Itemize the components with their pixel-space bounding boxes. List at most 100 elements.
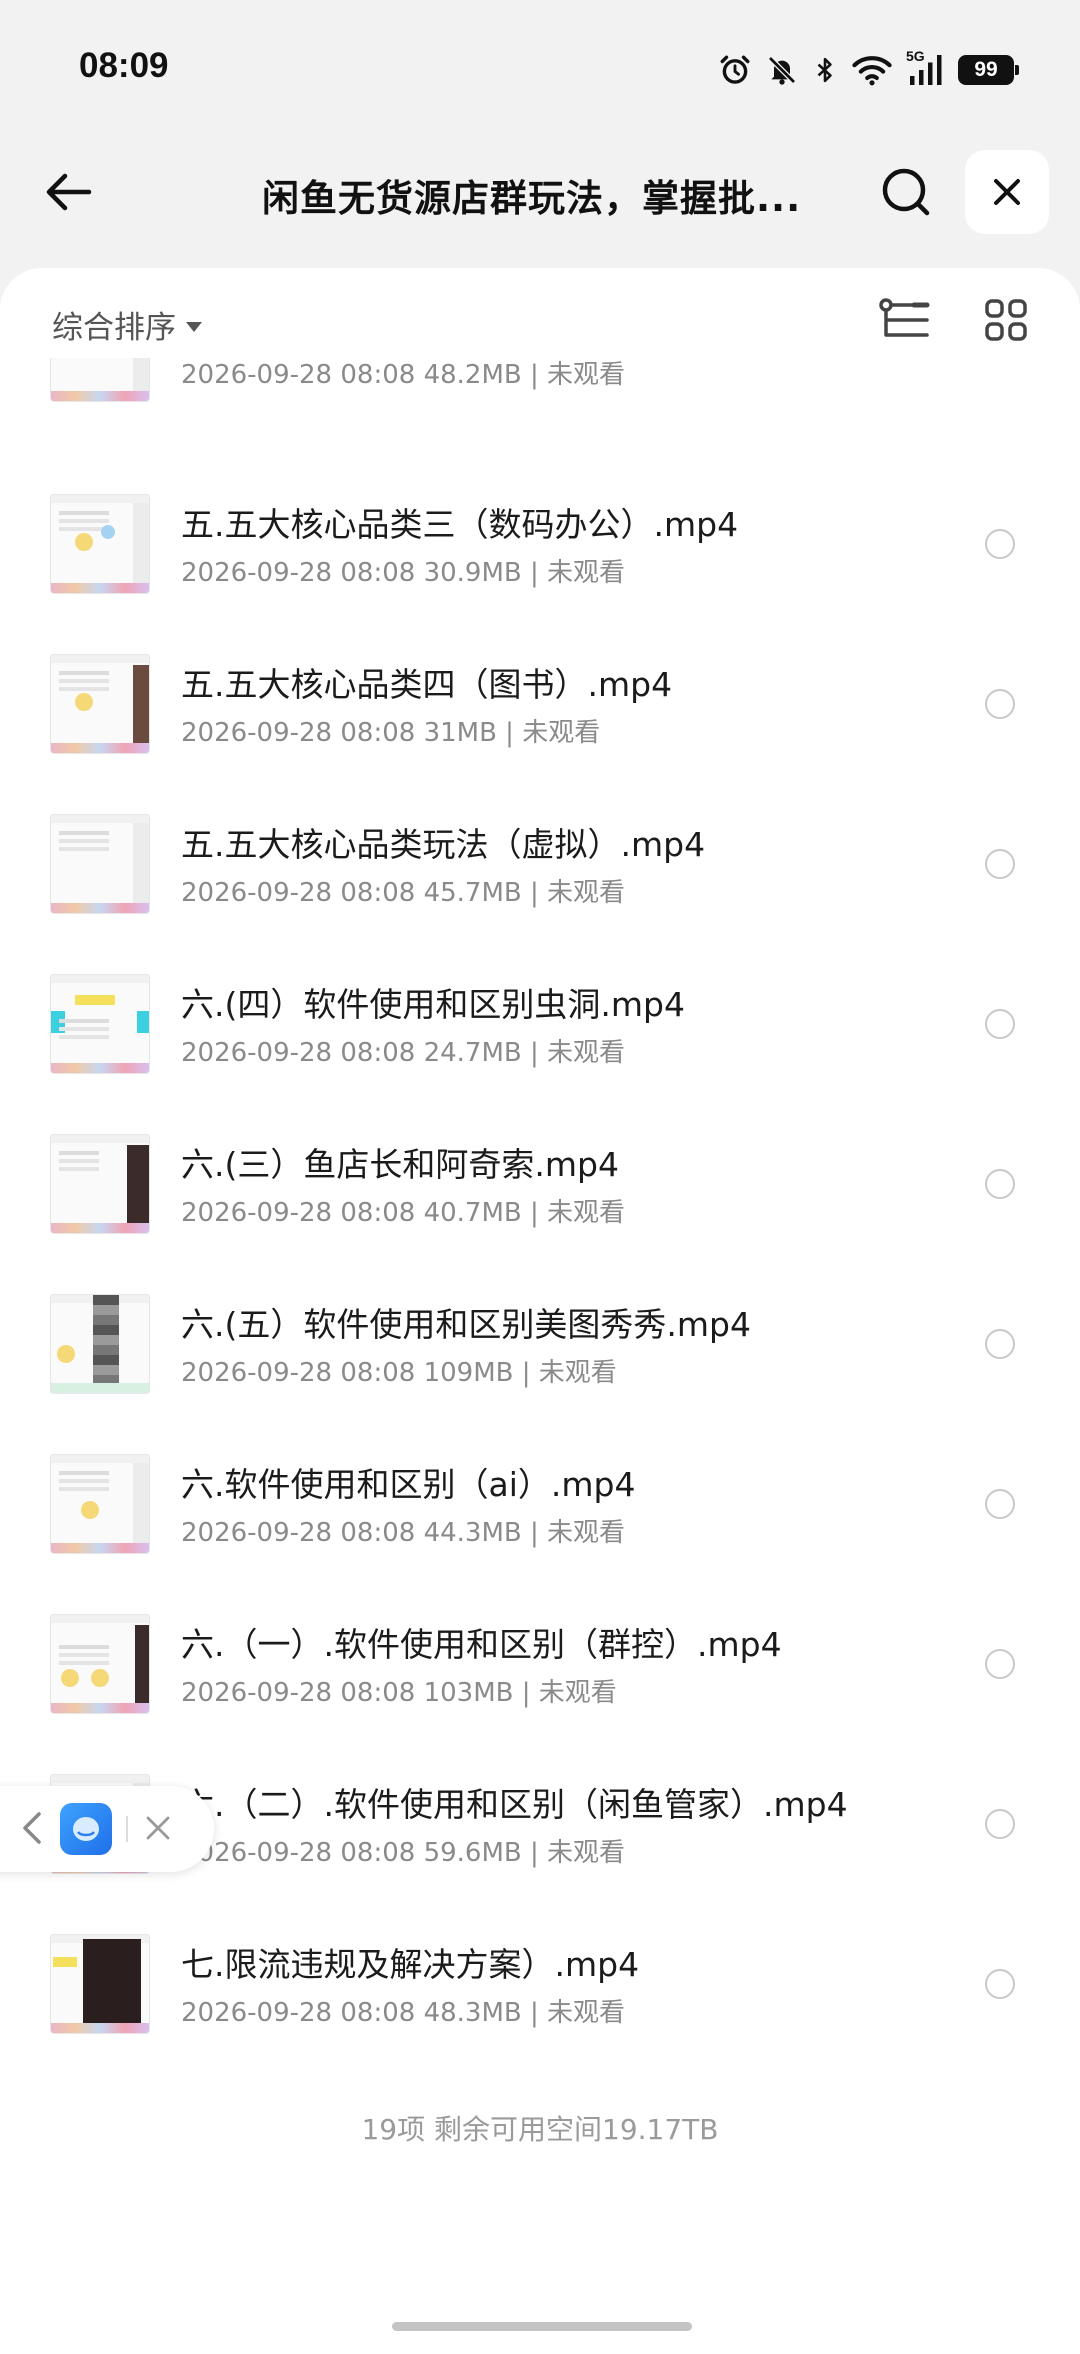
select-checkbox[interactable]	[985, 1649, 1015, 1679]
video-thumbnail	[50, 1454, 150, 1554]
file-meta: 2026-09-28 08:08 48.3MB | 未观看	[181, 1998, 626, 2028]
file-date: 2026-09-28 08:08	[181, 878, 416, 908]
file-date: 2026-09-28 08:08	[181, 1678, 416, 1708]
file-item[interactable]: 六.(五）软件使用和区别美图秀秀.mp4 2026-09-28 08:08 10…	[0, 1294, 1080, 1454]
app-icon[interactable]	[60, 1803, 112, 1855]
file-meta: 2026-09-28 08:08 48.2MB | 未观看	[181, 360, 626, 390]
file-item[interactable]: 五.五大核心品类玩法（虚拟）.mp4 2026-09-28 08:08 45.7…	[0, 814, 1080, 974]
status-icons: 5G 99	[718, 48, 1019, 90]
alarm-icon	[718, 53, 752, 87]
wifi-icon	[852, 54, 892, 86]
file-name: 六.（一）.软件使用和区别（群控）.mp4	[181, 1625, 782, 1664]
file-meta: 2026-09-28 08:08 59.6MB | 未观看	[181, 1838, 626, 1868]
file-meta: 2026-09-28 08:08 45.7MB | 未观看	[181, 878, 626, 908]
watch-status: 未观看	[538, 1678, 617, 1708]
file-item[interactable]: 七.限流违规及解决方案）.mp4 2026-09-28 08:08 48.3MB…	[0, 1934, 1080, 2094]
mute-icon	[766, 54, 798, 86]
file-date: 2026-09-28 08:08	[181, 1518, 416, 1548]
file-size: 109MB	[423, 1358, 514, 1388]
sort-dropdown[interactable]: 综合排序	[52, 302, 202, 347]
video-thumbnail	[50, 814, 150, 914]
file-item[interactable]: 六.(三）鱼店长和阿奇索.mp4 2026-09-28 08:08 40.7MB…	[0, 1134, 1080, 1294]
file-meta: 2026-09-28 08:08 103MB | 未观看	[181, 1678, 617, 1708]
file-size: 30.9MB	[423, 558, 522, 588]
back-button[interactable]	[36, 160, 100, 224]
file-meta: 2026-09-28 08:08 24.7MB | 未观看	[181, 1038, 626, 1068]
video-thumbnail	[50, 974, 150, 1074]
file-date: 2026-09-28 08:08	[181, 1198, 416, 1228]
watch-status: 未观看	[547, 1038, 626, 1068]
file-size: 31MB	[423, 718, 497, 748]
floating-pill[interactable]	[0, 1786, 214, 1872]
close-button[interactable]	[965, 150, 1049, 234]
tree-view-button[interactable]	[876, 294, 932, 346]
home-indicator[interactable]	[392, 2322, 692, 2331]
file-size: 24.7MB	[423, 1038, 522, 1068]
select-checkbox[interactable]	[985, 1169, 1015, 1199]
grid-view-icon	[985, 299, 1027, 341]
video-thumbnail	[50, 1614, 150, 1714]
file-date: 2026-09-28 08:08	[181, 718, 416, 748]
tree-view-icon	[879, 298, 930, 337]
close-icon	[146, 1816, 170, 1840]
file-size: 59.6MB	[423, 1838, 522, 1868]
file-size: 103MB	[423, 1678, 514, 1708]
file-item[interactable]: 五.五大核心品类四（图书）.mp4 2026-09-28 08:08 31MB …	[0, 654, 1080, 814]
select-checkbox[interactable]	[985, 1969, 1015, 1999]
file-date: 2026-09-28 08:08	[181, 360, 416, 390]
file-panel: 综合排序 2026-09-28 08:08 48.2MB | 未观看 五.五大核…	[0, 268, 1080, 2354]
search-button[interactable]	[872, 158, 940, 226]
storage-summary: 19项 剩余可用空间19.17TB	[361, 2113, 719, 2146]
back-arrow-icon	[46, 173, 92, 211]
watch-status: 未观看	[547, 1198, 626, 1228]
select-checkbox[interactable]	[985, 1809, 1015, 1839]
file-date: 2026-09-28 08:08	[181, 1998, 416, 2028]
file-item[interactable]: 六.软件使用和区别（ai）.mp4 2026-09-28 08:08 44.3M…	[0, 1454, 1080, 1614]
bluetooth-icon	[812, 54, 838, 86]
file-meta: 2026-09-28 08:08 30.9MB | 未观看	[181, 558, 626, 588]
status-bar: 08:09 5G 99	[0, 0, 1080, 140]
watch-status: 未观看	[547, 558, 626, 588]
sort-bar: 综合排序	[0, 268, 1080, 358]
file-item[interactable]: 六.(四）软件使用和区别虫洞.mp4 2026-09-28 08:08 24.7…	[0, 974, 1080, 1134]
close-icon	[994, 179, 1020, 205]
file-name: 六.(三）鱼店长和阿奇索.mp4	[181, 1145, 619, 1184]
select-checkbox[interactable]	[985, 1489, 1015, 1519]
file-meta: 2026-09-28 08:08 44.3MB | 未观看	[181, 1518, 626, 1548]
battery-icon: 99	[958, 55, 1019, 85]
file-size: 48.2MB	[423, 360, 522, 390]
title-bar: 闲鱼无货源店群玩法，掌握批...	[0, 140, 1080, 260]
select-checkbox[interactable]	[985, 529, 1015, 559]
page-title: 闲鱼无货源店群玩法，掌握批...	[262, 177, 802, 220]
file-date: 2026-09-28 08:08	[181, 558, 416, 588]
video-thumbnail	[50, 1134, 150, 1234]
select-checkbox[interactable]	[985, 1329, 1015, 1359]
watch-status: 未观看	[547, 1998, 626, 2028]
select-checkbox[interactable]	[985, 1009, 1015, 1039]
pill-divider	[126, 1816, 128, 1842]
chevron-left-icon	[23, 1812, 41, 1844]
pill-back-button[interactable]	[12, 1808, 52, 1848]
watch-status: 未观看	[547, 1518, 626, 1548]
file-item[interactable]: 五.五大核心品类三（数码办公）.mp4 2026-09-28 08:08 30.…	[0, 494, 1080, 654]
grid-view-button[interactable]	[980, 294, 1032, 346]
search-icon	[882, 168, 930, 216]
video-thumbnail	[50, 1934, 150, 2034]
select-checkbox[interactable]	[985, 689, 1015, 719]
sort-label: 综合排序	[52, 310, 176, 346]
file-name: 六.(四）软件使用和区别虫洞.mp4	[181, 985, 685, 1024]
video-thumbnail	[50, 654, 150, 754]
file-item[interactable]: 六.（一）.软件使用和区别（群控）.mp4 2026-09-28 08:08 1…	[0, 1614, 1080, 1774]
file-name: 六.（二）.软件使用和区别（闲鱼管家）.mp4	[181, 1785, 848, 1824]
watch-status: 未观看	[547, 878, 626, 908]
file-name: 五.五大核心品类玩法（虚拟）.mp4	[181, 825, 706, 864]
watch-status: 未观看	[522, 718, 601, 748]
pill-close-button[interactable]	[138, 1808, 178, 1848]
file-name: 六.软件使用和区别（ai）.mp4	[181, 1465, 636, 1504]
file-size: 45.7MB	[423, 878, 522, 908]
file-size: 48.3MB	[423, 1998, 522, 2028]
caret-down-icon	[186, 321, 202, 332]
file-meta: 2026-09-28 08:08 40.7MB | 未观看	[181, 1198, 626, 1228]
file-meta: 2026-09-28 08:08 109MB | 未观看	[181, 1358, 617, 1388]
select-checkbox[interactable]	[985, 849, 1015, 879]
